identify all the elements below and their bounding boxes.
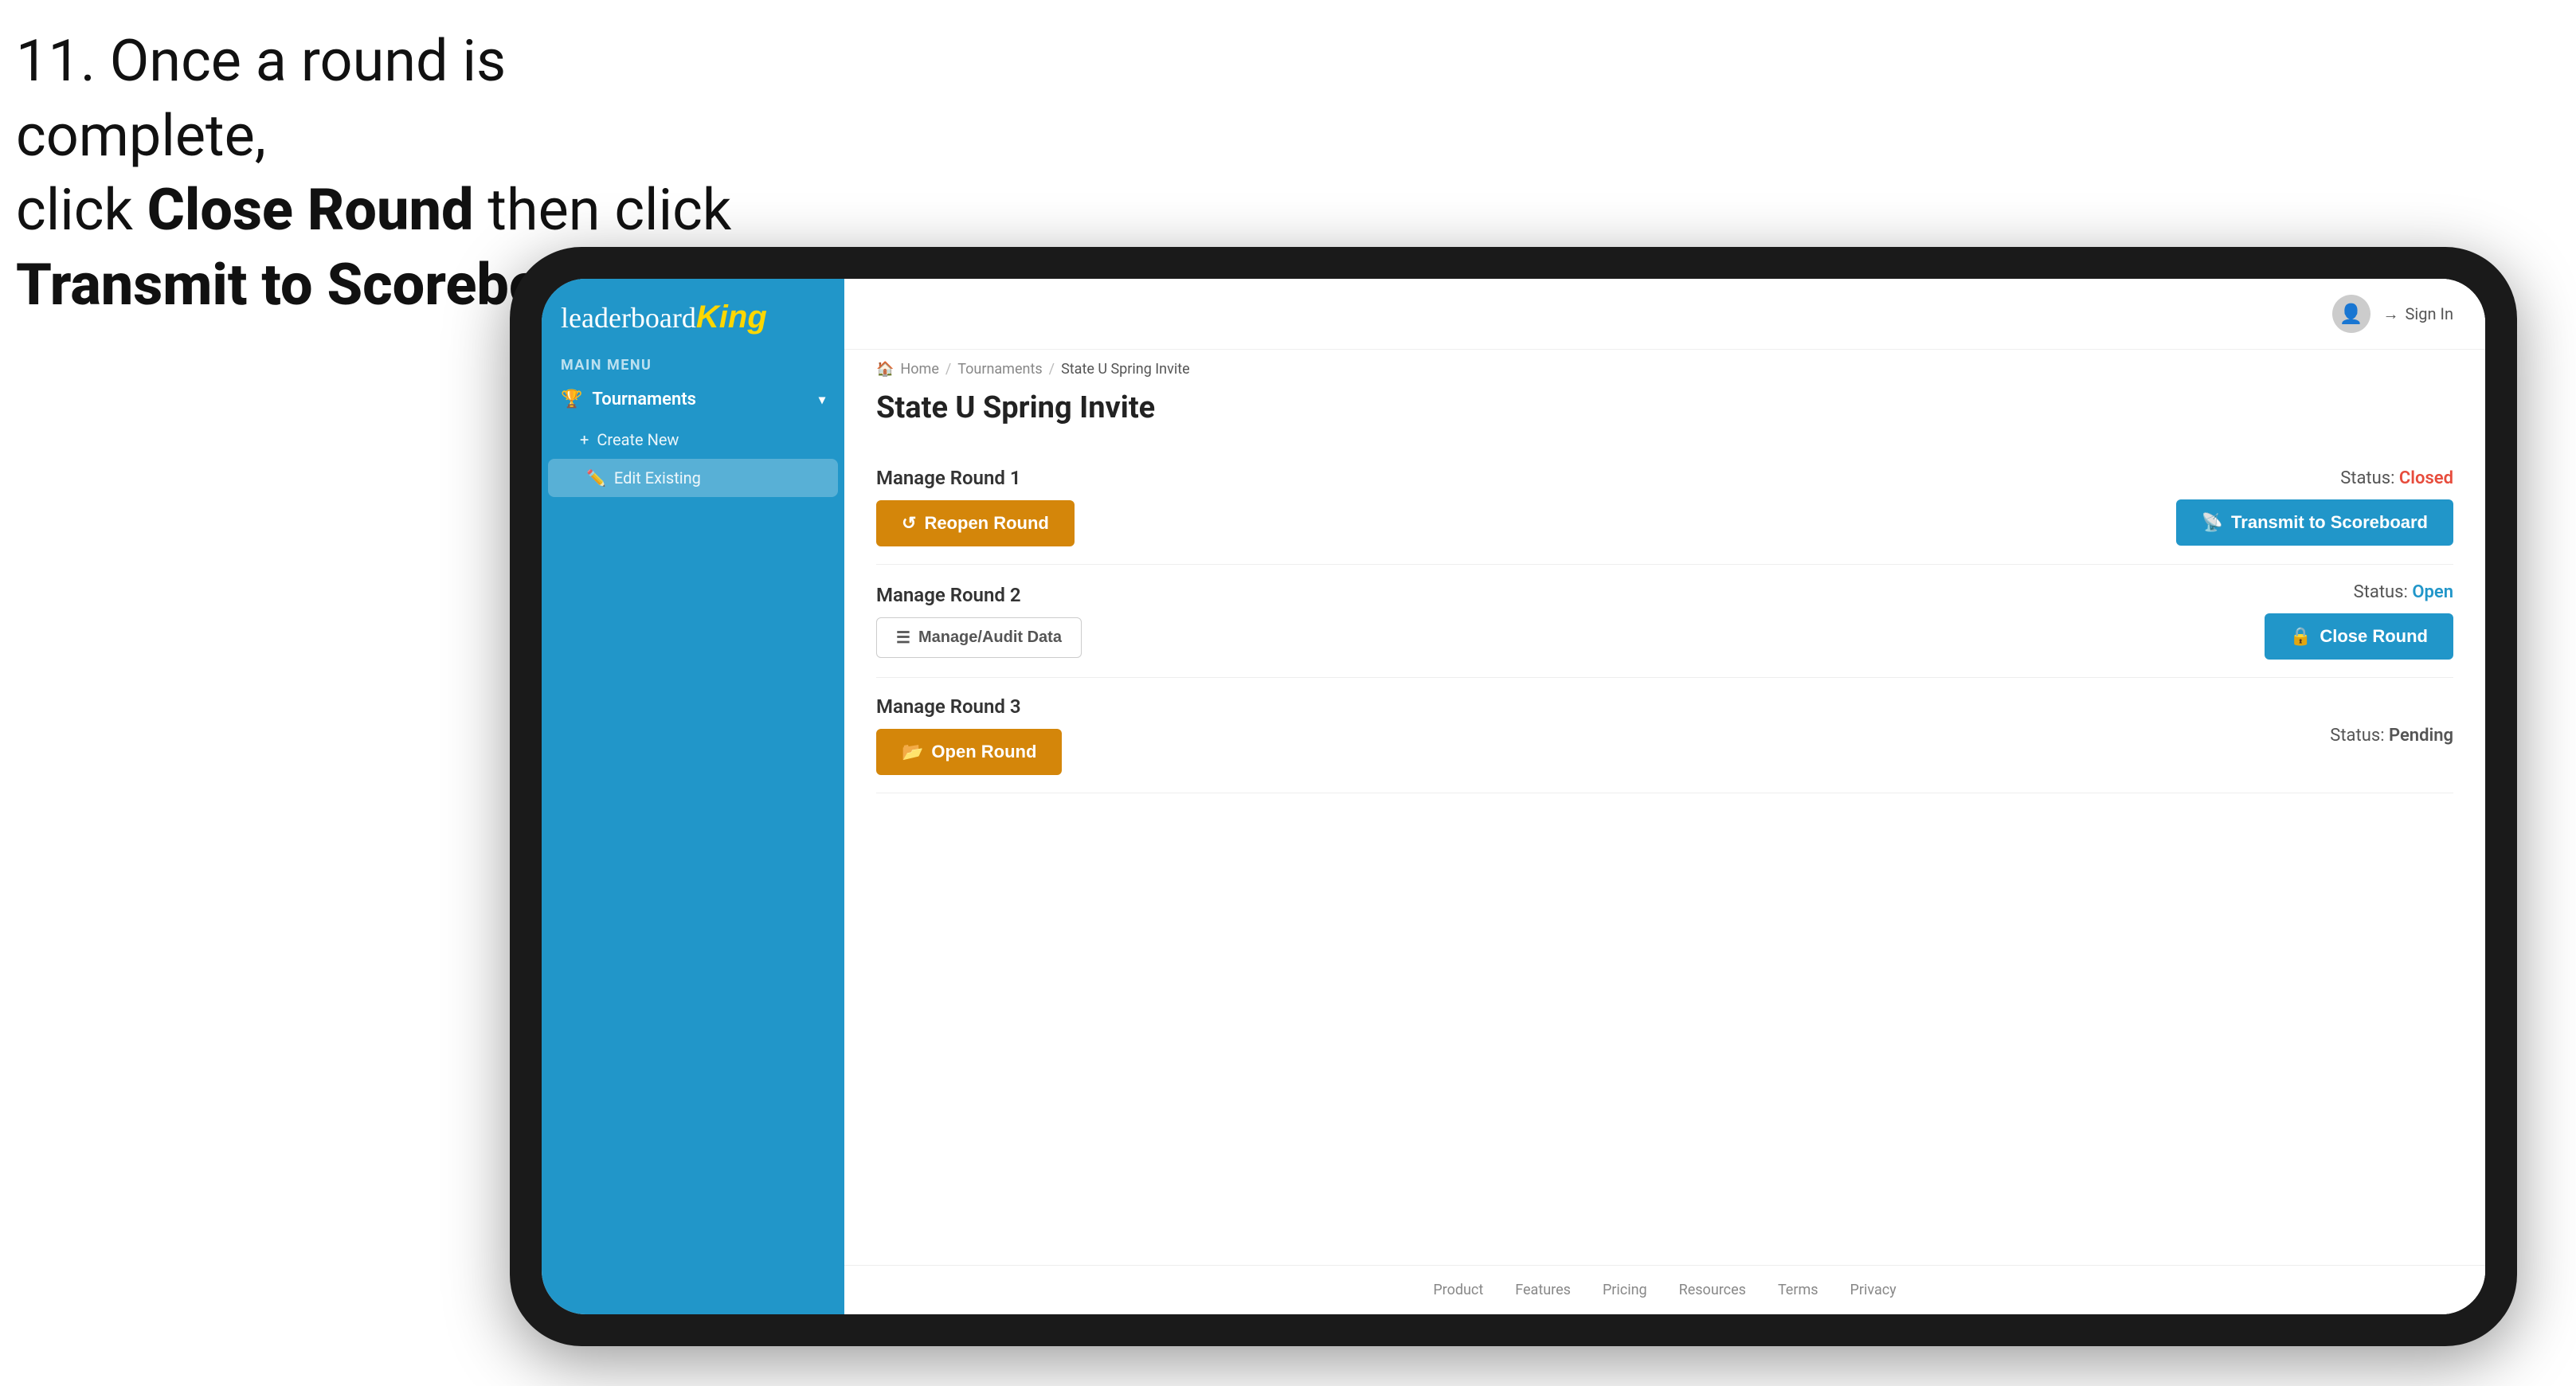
trophy-icon: 🏆: [561, 390, 582, 409]
footer-pricing[interactable]: Pricing: [1603, 1282, 1647, 1298]
round-1-section: Manage Round 1 ↺ Reopen Round Status: Cl…: [876, 449, 2453, 565]
app-container: leaderboardKing MAIN MENU 🏆 Tournaments …: [542, 279, 2485, 1314]
tablet-device: leaderboardKing MAIN MENU 🏆 Tournaments …: [510, 247, 2517, 1346]
round-3-title: Manage Round 3: [876, 695, 1062, 718]
edit-icon: ✏️: [586, 468, 606, 487]
tablet-screen: leaderboardKing MAIN MENU 🏆 Tournaments …: [542, 279, 2485, 1314]
page-body: State U Spring Invite Manage Round 1 ↺ R…: [844, 382, 2485, 1265]
reopen-round-button[interactable]: ↺ Reopen Round: [876, 500, 1075, 546]
reopen-icon: ↺: [902, 513, 916, 534]
user-avatar: 👤: [2332, 295, 2370, 333]
footer-product[interactable]: Product: [1433, 1282, 1483, 1298]
sidebar: leaderboardKing MAIN MENU 🏆 Tournaments …: [542, 279, 844, 1314]
home-icon: 🏠: [876, 361, 894, 378]
close-round-button[interactable]: 🔒 Close Round: [2265, 613, 2453, 660]
breadcrumb-tournaments[interactable]: Tournaments: [957, 361, 1042, 378]
transmit-scoreboard-button[interactable]: 📡 Transmit to Scoreboard: [2176, 499, 2453, 546]
round-1-status: Status: Closed: [2340, 468, 2453, 488]
round-1-title: Manage Round 1: [876, 467, 1075, 489]
round-2-status: Status: Open: [2354, 582, 2453, 602]
sidebar-item-tournaments[interactable]: 🏆 Tournaments ▾: [542, 378, 844, 421]
audit-icon: ☰: [896, 628, 910, 648]
page-title: State U Spring Invite: [876, 390, 2453, 425]
main-content: 👤 → Sign In 🏠 Home / Tournaments / State…: [844, 279, 2485, 1314]
sidebar-item-create-new[interactable]: + Create New: [542, 421, 844, 459]
breadcrumb: 🏠 Home / Tournaments / State U Spring In…: [844, 350, 2485, 382]
chevron-down-icon: ▾: [819, 392, 825, 407]
logo-area: leaderboardKing: [542, 279, 844, 349]
breadcrumb-current: State U Spring Invite: [1061, 361, 1190, 378]
round-3-section: Manage Round 3 📂 Open Round Status: Pend…: [876, 678, 2453, 793]
footer: Product Features Pricing Resources Terms…: [844, 1265, 2485, 1314]
footer-resources[interactable]: Resources: [1679, 1282, 1746, 1298]
plus-icon: +: [580, 430, 589, 449]
close-round-icon: 🔒: [2290, 626, 2312, 647]
breadcrumb-home[interactable]: Home: [900, 361, 938, 378]
round-2-title: Manage Round 2: [876, 584, 1082, 606]
round-2-section: Manage Round 2 ☰ Manage/Audit Data Statu…: [876, 565, 2453, 678]
open-round-icon: 📂: [902, 742, 923, 762]
app-logo: leaderboardKing: [561, 301, 767, 333]
sidebar-item-edit-existing[interactable]: ✏️ Edit Existing: [548, 459, 838, 497]
transmit-icon: 📡: [2202, 512, 2223, 533]
footer-terms[interactable]: Terms: [1778, 1282, 1818, 1298]
sign-in-icon: →: [2383, 304, 2399, 324]
main-menu-label: MAIN MENU: [542, 349, 844, 378]
footer-features[interactable]: Features: [1515, 1282, 1571, 1298]
top-bar: 👤 → Sign In: [844, 279, 2485, 350]
open-round-button[interactable]: 📂 Open Round: [876, 729, 1062, 775]
manage-audit-button[interactable]: ☰ Manage/Audit Data: [876, 617, 1082, 658]
round-3-status: Status: Pending: [2330, 726, 2453, 746]
footer-privacy[interactable]: Privacy: [1850, 1282, 1897, 1298]
sign-in-button[interactable]: → Sign In: [2383, 304, 2453, 324]
